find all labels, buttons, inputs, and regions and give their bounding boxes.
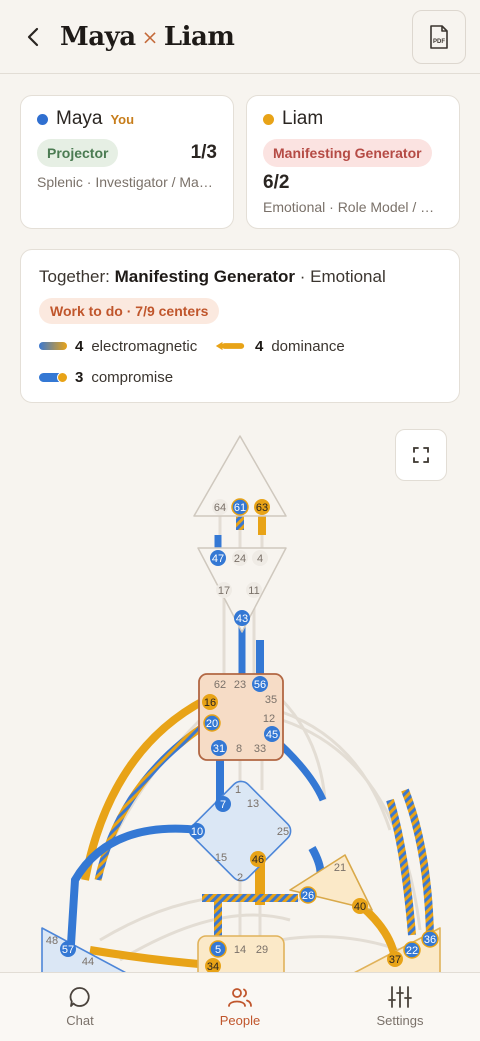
legend-electromagnetic: 4 electromagnetic [39,336,197,356]
liam-name-row: Liam [263,108,323,130]
bottom-nav: Chat People Settings [0,972,480,1041]
gate-63: 63 [256,502,268,514]
gate-62: 62 [214,679,226,691]
together-type: Manifesting Generator [114,267,296,286]
dominance-count: 4 [255,337,264,355]
pdf-icon: PDF [430,25,448,49]
compromise-swatch [39,371,68,383]
person-card-liam[interactable]: Liam Manifesting Generator 6/2 Emotional… [246,95,460,229]
title-separator: × [141,25,159,49]
compromise-count: 3 [75,368,84,386]
electromagnetic-swatch [39,342,67,350]
gate-48: 48 [46,935,58,947]
nav-settings-label: Settings [376,1013,424,1028]
maya-type-badge: Projector [37,139,119,167]
gate-8: 8 [236,743,242,755]
gate-17: 17 [218,585,230,597]
dominance-label: dominance [271,337,345,355]
back-button[interactable] [20,22,46,52]
people-icon [228,988,252,1007]
liam-color-dot [263,113,274,125]
maya-name: Maya [56,108,103,129]
gate-2: 2 [237,872,243,884]
dominance-swatch [215,341,245,351]
gate-61: 61 [234,502,246,514]
together-authority: · Emotional [295,267,386,286]
gate-43: 43 [236,613,248,625]
electromagnetic-count: 4 [75,337,84,355]
gate-64: 64 [214,502,226,514]
title-name-b: Liam [163,22,235,52]
maya-color-dot [37,113,48,125]
title-name-a: Maya [60,22,136,52]
gate-56: 56 [254,679,266,691]
page-title: Maya × Liam [60,18,235,56]
gate-4: 4 [257,553,263,565]
nav-people[interactable]: People [185,985,295,1035]
gate-11: 11 [248,585,259,597]
person-card-maya[interactable]: Maya You Projector 1/3 Splenic · Investi… [20,95,234,229]
gate-22: 22 [406,945,418,957]
work-to-do-badge: Work to do · 7/9 centers [39,298,220,324]
maya-profile: 1/3 [190,142,217,163]
gate-37: 37 [389,954,401,966]
gate-35: 35 [265,694,277,706]
gate-14: 14 [234,944,246,956]
gate-20: 20 [206,718,218,730]
maya-details: Splenic · Investigator / Ma… [37,174,213,190]
together-summary: Together: Manifesting Generator · Emotio… [39,266,386,288]
electromagnetic-label: electromagnetic [91,337,198,355]
maya-name-row: Maya You [37,108,134,130]
together-prefix: Together: [39,267,115,286]
gate-1: 1 [235,784,241,796]
liam-details: Emotional · Role Model / … [263,199,435,215]
nav-chat-label: Chat [66,1013,94,1028]
gate-5: 5 [215,944,221,956]
gate-23: 23 [234,679,246,691]
gate-31: 31 [213,743,225,755]
gate-12: 12 [263,713,275,725]
compromise-label: compromise [91,368,174,386]
gate-45: 45 [266,729,278,741]
gate-21: 21 [334,862,346,874]
gate-13: 13 [247,798,259,810]
expand-chart-button[interactable] [395,429,447,481]
gate-7: 7 [220,799,226,811]
nav-chat[interactable]: Chat [25,985,135,1035]
bodygraph-chart[interactable]: 64 61 63 47 24 4 17 11 43 62 23 56 35 16… [0,420,480,973]
gate-26: 26 [302,890,314,902]
gate-57: 57 [62,944,74,956]
legend-compromise: 3 compromise [39,367,173,387]
gate-44: 44 [82,956,94,968]
nav-settings[interactable]: Settings [345,985,455,1035]
liam-profile: 6/2 [263,172,290,193]
nav-people-label: People [219,1013,261,1028]
gate-40: 40 [354,901,366,913]
you-tag: You [110,111,135,127]
gate-47: 47 [212,553,224,565]
gate-25: 25 [277,826,289,838]
gate-36: 36 [424,934,436,946]
gate-33: 33 [254,743,266,755]
gate-29: 29 [256,944,268,956]
gate-10: 10 [191,826,203,838]
legend-dominance: 4 dominance [213,336,345,356]
fullscreen-icon [413,447,429,463]
pdf-label: PDF [433,39,445,45]
gate-16: 16 [204,697,216,709]
gate-46: 46 [252,854,264,866]
gate-15: 15 [215,852,227,864]
sliders-icon [388,986,412,1008]
gate-24: 24 [234,553,246,565]
liam-type-badge: Manifesting Generator [263,139,432,167]
together-card: Together: Manifesting Generator · Emotio… [20,249,460,403]
export-pdf-button[interactable]: PDF [412,10,466,64]
liam-name: Liam [282,108,324,129]
chevron-left-icon [27,27,39,47]
chat-icon [69,987,90,1007]
top-bar: Maya × Liam PDF [0,0,480,74]
